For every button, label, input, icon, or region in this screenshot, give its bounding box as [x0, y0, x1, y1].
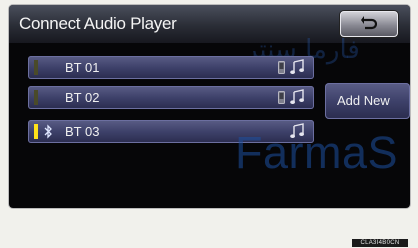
bluetooth-slot [43, 90, 53, 105]
phone-icon [278, 91, 285, 104]
music-note-icon [290, 59, 304, 74]
connection-indicator [34, 60, 38, 75]
connection-indicator [34, 90, 38, 105]
bluetooth-icon [44, 124, 52, 139]
figure-code-label: CLA3I4B0CN [352, 239, 408, 247]
back-button[interactable] [340, 11, 398, 37]
watermark-latin: FarmaS [235, 127, 399, 178]
device-name: BT 02 [65, 90, 100, 105]
bluetooth-slot [43, 60, 53, 75]
page-title: Connect Audio Player [19, 14, 177, 33]
device-row-bt01[interactable]: BT 01 [28, 56, 314, 79]
add-new-label: Add New [337, 93, 390, 108]
add-new-button[interactable]: Add New [325, 83, 410, 119]
connection-indicator-active [34, 124, 38, 139]
device-name: BT 03 [65, 124, 100, 139]
device-name: BT 01 [65, 60, 100, 75]
device-row-bt02[interactable]: BT 02 [28, 86, 314, 109]
phone-icon [278, 61, 285, 74]
audio-player-screen: Connect Audio Player فارما سنتر BT 01 BT… [9, 5, 410, 208]
music-note-icon [290, 89, 304, 104]
return-arrow-icon [361, 16, 377, 30]
